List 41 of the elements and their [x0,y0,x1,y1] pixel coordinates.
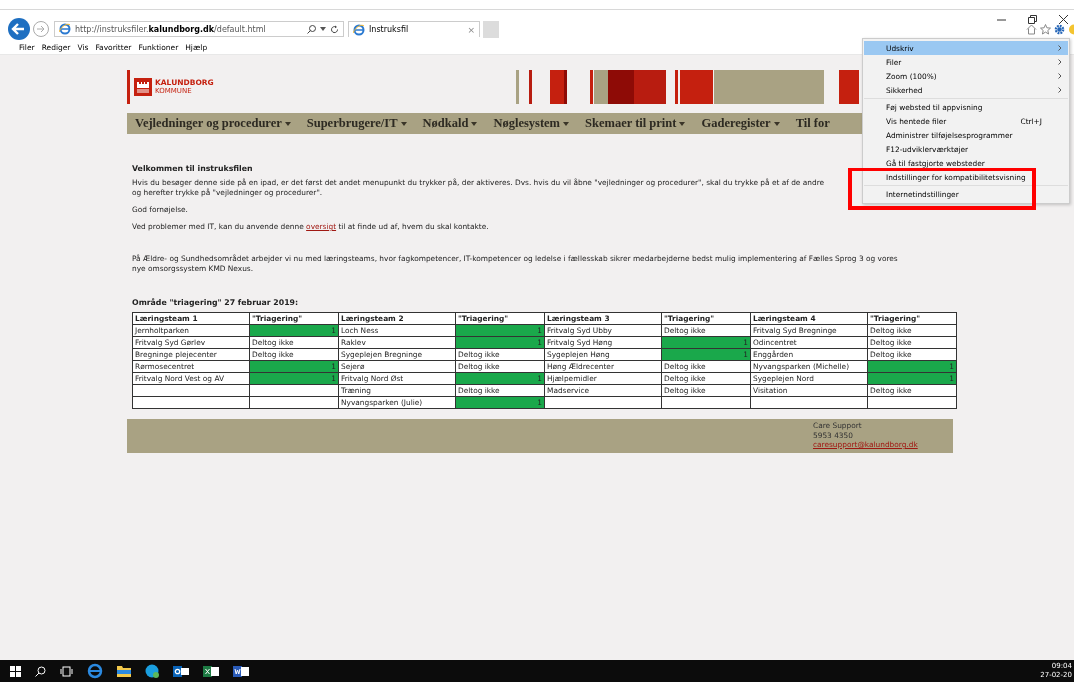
settings-icon[interactable] [1054,23,1065,35]
nav-menu-item[interactable]: Nødkald [422,116,478,131]
caret-icon [471,121,478,126]
folder-icon[interactable] [117,665,131,677]
tab-title: Instruksfil [369,25,410,34]
task-view-icon[interactable] [60,665,73,677]
windows-start-icon[interactable] [10,665,21,677]
chevron-right-icon [1058,73,1062,79]
caret-icon [563,121,570,126]
skype-icon[interactable] [145,664,159,678]
chevron-right-icon [1058,87,1062,93]
nav-menu-item[interactable]: Superbrugere/IT [306,116,407,131]
nav-menu-item[interactable]: Til for [795,116,830,131]
ie-logo-icon[interactable] [87,663,103,679]
nav-menu-item[interactable]: Skemaer til print [585,116,686,131]
caret-icon [284,121,291,126]
excel-icon[interactable] [203,664,219,678]
search-icon[interactable] [35,665,46,677]
close-icon[interactable] [1059,14,1068,24]
star-icon[interactable] [1040,23,1051,35]
caret-icon[interactable] [320,27,326,31]
nav-menu-item[interactable]: Vejledninger og procedurer [135,116,291,131]
address-field[interactable]: http://instruksfiler.kalundborg.dk/default.html [54,21,344,37]
restore-icon[interactable] [1028,14,1037,24]
tab-close-button[interactable]: × [467,24,475,35]
nav-menu-item[interactable]: Gaderegister [701,116,780,131]
ie-logo-icon [59,23,71,35]
browser-tab[interactable]: Instruksfil × [348,21,480,37]
nav-menu-item[interactable]: Nøglesystem [493,116,570,131]
caret-icon [400,121,407,126]
back-icon[interactable] [8,18,30,40]
home-icon[interactable] [1026,23,1037,35]
chevron-right-icon [1058,45,1062,51]
ie-logo-icon [353,23,365,36]
outlook-icon[interactable] [173,664,189,678]
caret-icon [773,121,780,126]
chevron-right-icon [1058,59,1062,65]
caret-icon [679,121,686,126]
refresh-icon[interactable] [330,24,339,34]
search-icon[interactable] [307,24,316,34]
word-icon[interactable] [233,664,249,678]
